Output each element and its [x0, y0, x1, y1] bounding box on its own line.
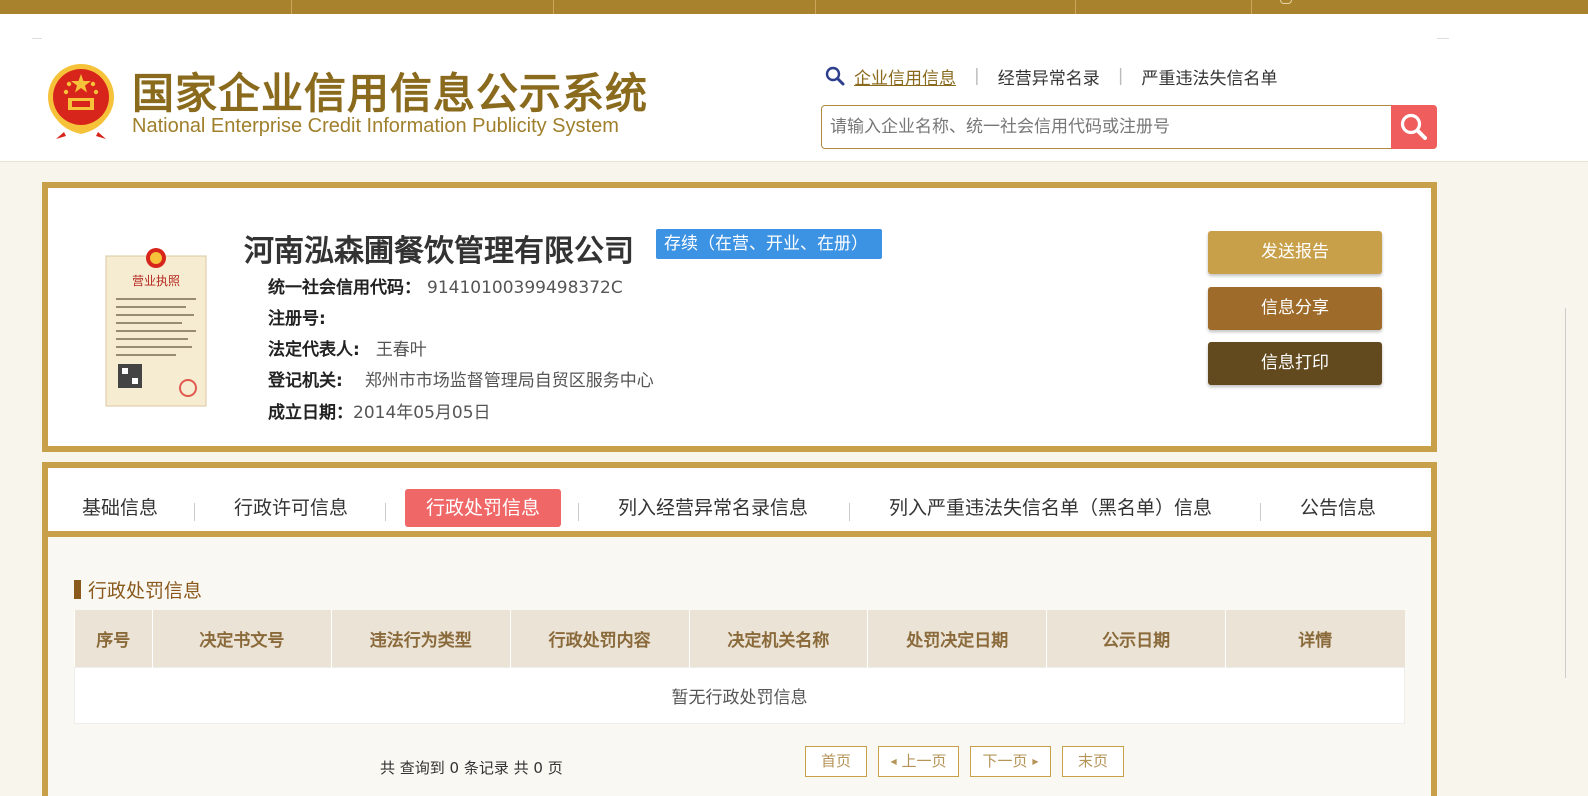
info-panel: 基础信息 行政许可信息 行政处罚信息 列入经营异常名录信息 列入严重违法失信名单…	[42, 462, 1437, 796]
tab-separator	[849, 503, 850, 521]
first-page-button[interactable]: 首页	[805, 746, 867, 777]
founded-label: 成立日期：	[268, 403, 353, 423]
tab-enterprise-credit[interactable]: 企业信用信息	[854, 64, 956, 89]
top-nav-bar	[0, 0, 1588, 14]
send-report-button[interactable]: 发送报告	[1208, 231, 1382, 274]
tab-announcements[interactable]: 公告信息	[1300, 489, 1376, 527]
tab-basic-info[interactable]: 基础信息	[82, 489, 158, 527]
table-header-row: 序号 决定书文号 违法行为类型 行政处罚内容 决定机关名称 处罚决定日期 公示日…	[74, 610, 1405, 667]
page-edge-divider	[1565, 308, 1566, 678]
reg-no-row: 注册号:	[268, 304, 326, 329]
reg-no-label: 注册号:	[268, 309, 326, 329]
top-nav-separator	[553, 0, 554, 14]
tab-abnormal-operations[interactable]: 列入经营异常名录信息	[618, 489, 808, 527]
tab-separator	[194, 503, 195, 521]
tab-abnormal-list[interactable]: 经营异常名录	[998, 64, 1100, 89]
column-header-details: 详情	[1225, 610, 1405, 667]
top-nav-separator	[1251, 0, 1252, 14]
caret-right-icon: ▶	[1032, 757, 1039, 766]
section-title: 行政处罚信息	[74, 576, 202, 603]
founded-row: 成立日期： 2014年05月05日	[268, 398, 491, 423]
column-header-doc-no: 决定书文号	[152, 610, 332, 667]
prev-page-button[interactable]: ◀ 上一页	[878, 746, 959, 777]
legal-rep-row: 法定代表人: 王春叶	[268, 335, 427, 360]
search-input[interactable]	[830, 106, 1390, 148]
legal-rep-value: 王春叶	[375, 340, 427, 360]
pagination-summary: 共 查询到 0 条记录 共 0 页	[380, 759, 563, 777]
tab-admin-license[interactable]: 行政许可信息	[234, 489, 348, 527]
next-page-label: 下一页	[982, 752, 1028, 770]
empty-message: 暂无行政处罚信息	[74, 666, 1405, 724]
last-page-button[interactable]: 末页	[1062, 746, 1124, 777]
tab-separator	[1260, 503, 1261, 521]
authority-label: 登记机关:	[268, 371, 343, 391]
magnifier-icon	[825, 66, 845, 86]
column-header-publish-date: 公示日期	[1046, 610, 1227, 667]
tab-blacklist[interactable]: 严重违法失信名单	[1141, 64, 1277, 89]
tab-divider: |	[1117, 66, 1124, 86]
tab-admin-penalty[interactable]: 行政处罚信息	[405, 489, 562, 527]
prev-page-label: 上一页	[901, 752, 947, 770]
credit-code-row: 统一社会信用代码： 91410100399498372C	[268, 273, 623, 298]
site-title: 国家企业信用信息公示系统	[132, 69, 649, 118]
print-info-button[interactable]: 信息打印	[1208, 342, 1382, 385]
tab-separator	[578, 503, 579, 521]
legal-rep-label: 法定代表人:	[268, 340, 360, 360]
info-tab-bar: 基础信息 行政许可信息 行政处罚信息 列入经营异常名录信息 列入严重违法失信名单…	[48, 468, 1431, 537]
table-row: 暂无行政处罚信息	[74, 666, 1405, 724]
next-page-button[interactable]: 下一页 ▶	[970, 746, 1051, 777]
authority-value: 郑州市市场监督管理局自贸区服务中心	[364, 371, 654, 391]
column-header-violation-type: 违法行为类型	[331, 610, 511, 667]
header-corner-mark	[1437, 38, 1449, 39]
founded-value: 2014年05月05日	[353, 403, 491, 423]
caret-left-icon: ◀	[890, 757, 897, 766]
penalty-table: 序号 决定书文号 违法行为类型 行政处罚内容 决定机关名称 处罚决定日期 公示日…	[74, 610, 1405, 724]
top-nav-separator	[291, 0, 292, 14]
column-header-index: 序号	[74, 610, 153, 667]
top-nav-separator	[1075, 0, 1076, 14]
top-nav-separator	[815, 0, 816, 14]
header-corner-mark	[32, 38, 42, 39]
search-icon	[1400, 113, 1427, 140]
column-header-authority: 决定机关名称	[689, 610, 869, 667]
site-header: 国家企业信用信息公示系统 National Enterprise Credit …	[0, 14, 1588, 162]
credit-code-label: 统一社会信用代码：	[268, 278, 421, 298]
company-card: 营业执照 河南泓森圃餐饮管理有限公司 存续（在营、开业、在册） 统一社会信用代码…	[42, 182, 1437, 452]
status-badge: 存续（在营、开业、在册）	[656, 229, 882, 259]
tab-separator	[385, 503, 386, 521]
search-button[interactable]	[1391, 105, 1437, 149]
authority-row: 登记机关: 郑州市市场监督管理局自贸区服务中心	[268, 366, 654, 391]
search-box	[821, 105, 1437, 149]
column-header-penalty-content: 行政处罚内容	[510, 610, 690, 667]
company-name: 河南泓森圃餐饮管理有限公司	[244, 234, 634, 269]
tab-divider: |	[974, 66, 980, 86]
credit-code-value: 91410100399498372C	[427, 278, 623, 298]
column-header-decision-date: 处罚决定日期	[867, 610, 1048, 667]
top-nav-user-icon[interactable]	[1280, 0, 1292, 4]
search-type-tabs: 企业信用信息 | 经营异常名录 | 严重违法失信名单	[824, 64, 1277, 89]
national-emblem-icon	[48, 64, 114, 139]
share-info-button[interactable]: 信息分享	[1208, 287, 1382, 330]
business-license-image[interactable]: 营业执照	[100, 238, 212, 416]
license-title-art: 营业执照	[132, 274, 180, 288]
site-subtitle: National Enterprise Credit Information P…	[132, 115, 619, 137]
tab-serious-violation-blacklist[interactable]: 列入严重违法失信名单（黑名单）信息	[889, 489, 1212, 527]
